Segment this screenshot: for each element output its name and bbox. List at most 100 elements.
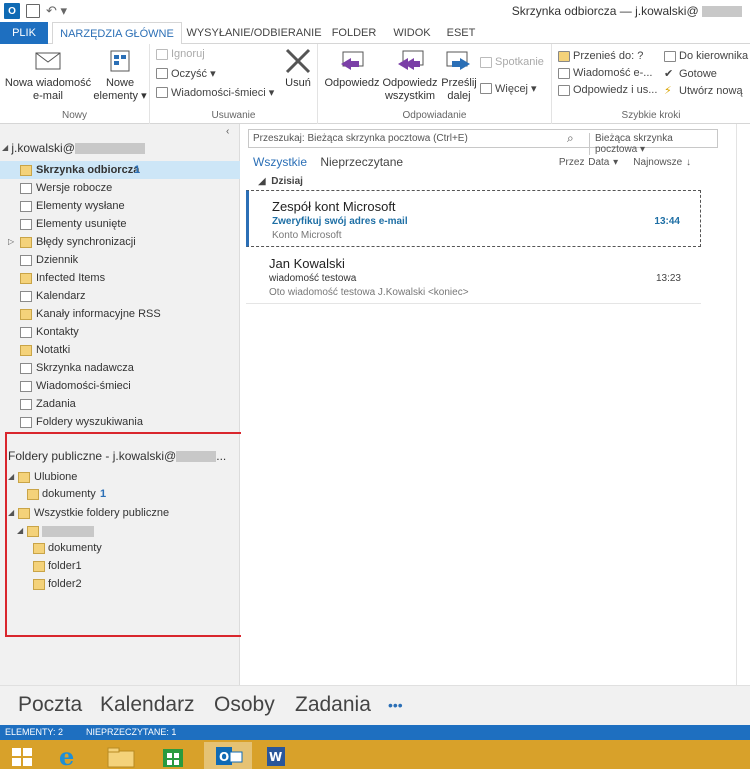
- junk-button[interactable]: Wiadomości-śmieci ▾: [156, 86, 274, 99]
- ribbon-tabs: PLIK NARZĘDZIA GŁÓWNE WYSYŁANIE/ODBIERAN…: [0, 22, 750, 45]
- folder-icon: [20, 273, 32, 284]
- folder-item-outbox[interactable]: Skrzynka nadawcza: [0, 359, 240, 377]
- folder-item-sync-errors[interactable]: ▷ Błędy synchronizacji: [0, 233, 240, 251]
- new-items-icon: [105, 48, 135, 74]
- search-input[interactable]: Przeszukaj: Bieżąca skrzynka pocztowa (C…: [248, 129, 718, 155]
- forward-button[interactable]: Prześlij dalej: [440, 48, 478, 103]
- folder-item-calendar[interactable]: Kalendarz: [0, 287, 240, 305]
- account-name[interactable]: ◢ j.kowalski@: [2, 141, 145, 155]
- reply-delete-icon: [558, 84, 570, 96]
- quick-access-toolbar: O ↶ ▾: [4, 3, 67, 19]
- quickstep-move[interactable]: Przenieś do: ?: [558, 50, 643, 62]
- folder-item-sent[interactable]: Elementy wysłane: [0, 197, 240, 215]
- expand-arrow-icon[interactable]: ▷: [8, 233, 14, 251]
- reply-all-icon: [395, 48, 425, 74]
- windows-start-icon[interactable]: [2, 742, 44, 769]
- folder-item-drafts[interactable]: Wersje robocze: [0, 179, 240, 197]
- window-title: Skrzynka odbiorcza — j.kowalski@: [512, 4, 742, 18]
- nav-kalendarz[interactable]: Kalendarz: [100, 693, 195, 717]
- calendar-icon: [480, 56, 492, 68]
- folder-item-journal[interactable]: Dziennik: [0, 251, 240, 269]
- envelope-arrow-icon: [664, 50, 676, 62]
- quickstep-reply-delete[interactable]: Odpowiedz i us...: [558, 84, 657, 96]
- nav-more-icon[interactable]: •••: [388, 697, 403, 713]
- envelope-icon: [33, 48, 63, 74]
- journal-icon: [20, 255, 32, 266]
- module-navigation: Poczta Kalendarz Osoby Zadania •••: [0, 685, 750, 725]
- store-icon[interactable]: [152, 742, 194, 769]
- clean-button[interactable]: Oczyść ▾: [156, 67, 216, 80]
- undo-icon[interactable]: ↶ ▾: [46, 3, 67, 19]
- outlook-icon[interactable]: O: [4, 3, 20, 19]
- tab-plik[interactable]: PLIK: [0, 22, 48, 44]
- folder-item-search-folders[interactable]: Foldery wyszukiwania: [0, 413, 240, 431]
- tab-eset[interactable]: ESET: [442, 22, 480, 44]
- forward-icon: [444, 48, 474, 74]
- filter-unread[interactable]: Nieprzeczytane: [320, 155, 403, 169]
- drafts-icon: [20, 183, 32, 194]
- more-icon: [480, 83, 492, 94]
- reply-all-button[interactable]: Odpowiedz wszystkim: [380, 48, 440, 103]
- search-scope-dropdown[interactable]: Bieżąca skrzynka pocztowa ▾: [589, 133, 717, 155]
- outlook-taskbar-icon[interactable]: O: [204, 742, 252, 769]
- filter-all[interactable]: Wszystkie: [253, 155, 307, 169]
- message-item[interactable]: Zespół kont Microsoft Zweryfikuj swój ad…: [246, 190, 701, 247]
- tab-wysylanie-odbieranie[interactable]: WYSYŁANIE/ODBIERANIE: [186, 22, 322, 44]
- folder-item-rss[interactable]: Kanały informacyjne RSS: [0, 305, 240, 323]
- tab-narzedzia-glowne[interactable]: NARZĘDZIA GŁÓWNE: [52, 22, 182, 45]
- sent-icon: [20, 201, 32, 212]
- nav-poczta[interactable]: Poczta: [18, 693, 82, 717]
- sort-by-dropdown[interactable]: Przez Data ▾: [559, 157, 618, 168]
- save-icon[interactable]: [26, 4, 40, 18]
- inbox-icon: [20, 165, 32, 176]
- folder-item-notes[interactable]: Notatki: [0, 341, 240, 359]
- svg-text:O: O: [219, 750, 229, 764]
- trash-icon: [20, 219, 32, 230]
- sort-controls: Przez Data ▾ Najnowsze ↓: [559, 157, 691, 168]
- word-icon[interactable]: W: [256, 742, 298, 769]
- folder-item-contacts[interactable]: Kontakty: [0, 323, 240, 341]
- ignore-button[interactable]: Ignoruj: [156, 48, 205, 60]
- folder-item-tasks[interactable]: Zadania: [0, 395, 240, 413]
- sort-order-button[interactable]: Najnowsze ↓: [633, 157, 691, 168]
- nav-osoby[interactable]: Osoby: [214, 693, 275, 717]
- junk-icon: [20, 381, 32, 392]
- ignore-icon: [156, 48, 168, 60]
- ribbon: Nowa wiadomość e-mail Nowe elementy ▾ No…: [0, 44, 750, 124]
- new-items-button[interactable]: Nowe elementy ▾: [92, 48, 148, 103]
- status-bar: ELEMENTY: 2 NIEPRZECZYTANE: 1: [0, 725, 750, 740]
- quickstep-create[interactable]: ⚡ Utwórz nową: [664, 84, 743, 98]
- reply-icon: [337, 48, 367, 74]
- more-button[interactable]: Więcej ▾: [480, 82, 537, 95]
- folder-item-deleted[interactable]: Elementy usunięte: [0, 215, 240, 233]
- quickstep-manager[interactable]: Do kierownika: [664, 50, 748, 62]
- new-email-button[interactable]: Nowa wiadomość e-mail: [2, 48, 94, 103]
- title-bar: O ↶ ▾ Skrzynka odbiorcza — j.kowalski@: [0, 0, 750, 22]
- outbox-icon: [20, 363, 32, 374]
- reply-button[interactable]: Odpowiedz: [320, 48, 384, 90]
- folder-item-junk[interactable]: Wiadomości-śmieci: [0, 377, 240, 395]
- internet-explorer-icon[interactable]: e: [48, 742, 90, 769]
- group-nowy: Nowa wiadomość e-mail Nowe elementy ▾ No…: [0, 44, 150, 124]
- folder-item-inbox[interactable]: Skrzynka odbiorcza 1: [0, 161, 240, 179]
- message-item[interactable]: Jan Kowalski wiadomość testowa Oto wiado…: [246, 248, 701, 304]
- tab-widok[interactable]: WIDOK: [386, 22, 438, 44]
- reading-pane: [736, 124, 750, 685]
- message-list-pane: Przeszukaj: Bieżąca skrzynka pocztowa (C…: [241, 124, 736, 685]
- nav-zadania[interactable]: Zadania: [295, 693, 371, 717]
- search-icon[interactable]: ⌕: [567, 131, 574, 146]
- group-header[interactable]: ◢ Dzisiaj: [258, 176, 303, 187]
- delete-button[interactable]: Usuń: [280, 48, 316, 90]
- folder-item-infected[interactable]: Infected Items: [0, 269, 240, 287]
- file-explorer-icon[interactable]: [100, 742, 142, 769]
- tab-folder[interactable]: FOLDER: [326, 22, 382, 44]
- collapse-pane-icon[interactable]: ‹: [226, 126, 229, 137]
- junk-icon: [156, 87, 168, 98]
- svg-text:e: e: [59, 742, 74, 769]
- group-odpowiadanie: Odpowiedz Odpowiedz wszystkim Prześlij d…: [318, 44, 552, 124]
- quickstep-done[interactable]: ✔ Gotowe: [664, 67, 717, 81]
- meeting-button[interactable]: Spotkanie: [480, 56, 544, 68]
- quickstep-msg[interactable]: Wiadomość e-...: [558, 67, 652, 79]
- contacts-icon: [20, 327, 32, 338]
- highlight-box: [5, 432, 268, 637]
